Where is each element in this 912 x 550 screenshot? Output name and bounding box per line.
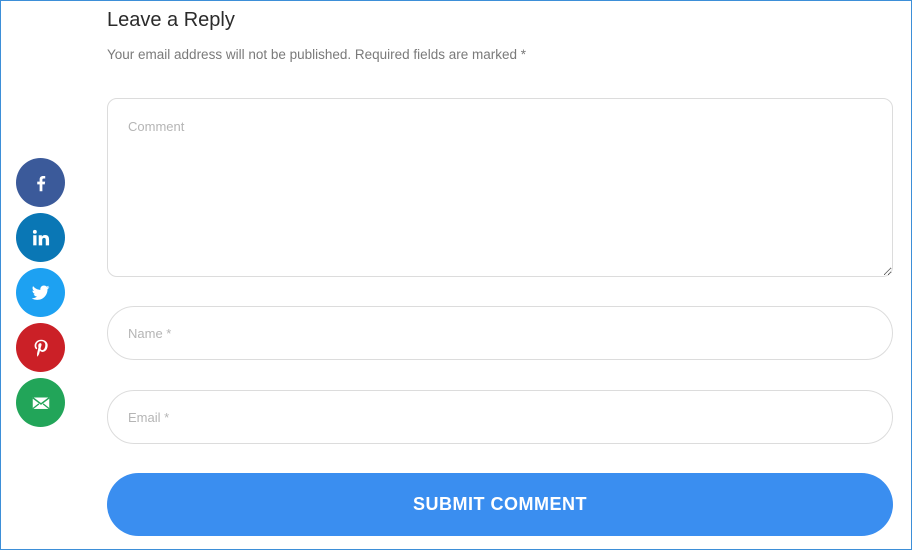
reply-title: Leave a Reply: [107, 9, 235, 31]
notice-text: Your email address will not be published…: [107, 47, 517, 62]
comment-textarea[interactable]: [107, 98, 893, 277]
submit-comment-button[interactable]: SUBMIT COMMENT: [107, 473, 893, 536]
reply-notice: Your email address will not be published…: [107, 47, 526, 62]
share-linkedin-button[interactable]: [16, 213, 65, 262]
pinterest-icon: [34, 339, 48, 357]
email-icon: [31, 396, 50, 409]
share-pinterest-button[interactable]: [16, 323, 65, 372]
facebook-icon: [36, 175, 45, 191]
share-facebook-button[interactable]: [16, 158, 65, 207]
email-input[interactable]: [107, 390, 893, 444]
share-twitter-button[interactable]: [16, 268, 65, 317]
share-email-button[interactable]: [16, 378, 65, 427]
twitter-icon: [31, 285, 50, 300]
linkedin-icon: [32, 229, 49, 245]
name-input[interactable]: [107, 306, 893, 360]
required-mark: *: [520, 47, 527, 62]
